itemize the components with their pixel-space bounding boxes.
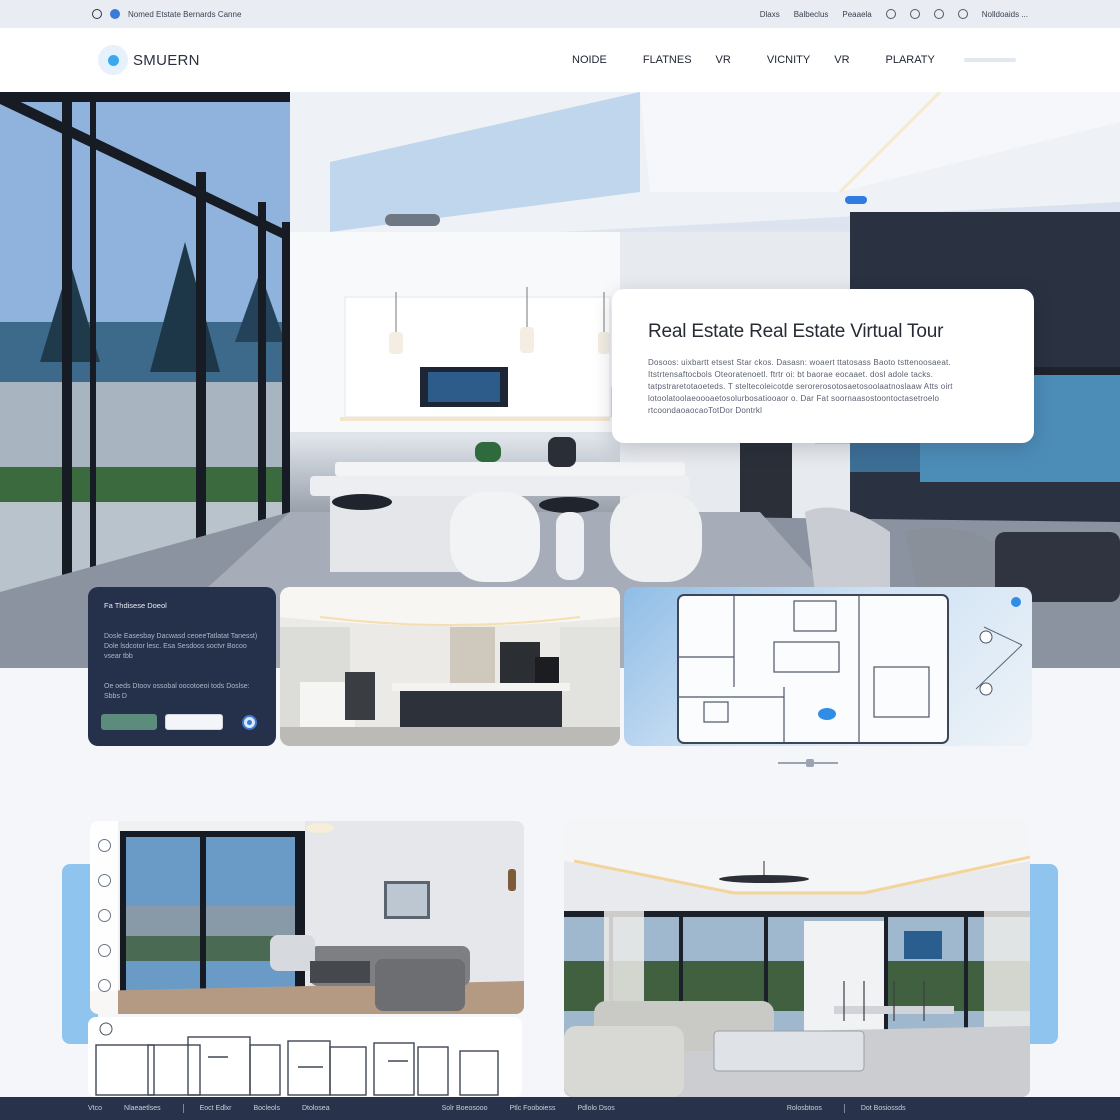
header-search-bar[interactable] [964,58,1016,62]
brand-name[interactable]: SMUERN [133,52,200,69]
camera-icon[interactable] [97,909,111,922]
nav-item-vr[interactable]: VR [716,54,731,66]
footer-link[interactable]: Vtco [88,1105,102,1112]
footer-link[interactable]: Dot Bosiossds [861,1105,906,1112]
logo-icon[interactable] [98,45,128,75]
hero-badge[interactable] [845,196,867,204]
nav-item-vicinity[interactable]: VICNITY [767,54,810,66]
site-footer: Vtco Nlaeaetlses Eoct Edlxr Bocleols Dto… [0,1097,1120,1120]
main-nav: NOIDE FLATNES VR VICNITY VR PLARATY [572,28,971,92]
feature-title: Fa Thdisese Doeol [104,601,167,610]
share-icon[interactable] [97,979,111,992]
utility-account-link[interactable]: Nolldoaids ... [982,10,1028,19]
settings-icon[interactable] [92,9,102,19]
compass-icon[interactable] [97,839,111,852]
living-room-photo[interactable] [90,821,524,1014]
open-living-photo[interactable] [564,821,1030,1097]
location-icon[interactable] [957,9,968,19]
feature-description: Dosle Easesbay Dacwasd ceoeeTatlatat Tan… [104,633,258,660]
site-header: SMUERN NOIDE FLATNES VR VICNITY VR PLARA… [0,28,1120,92]
search-icon[interactable] [885,9,896,19]
viewer-toolbar [90,821,118,1014]
footer-link[interactable]: Nlaeaetlses [124,1105,161,1112]
footer-link[interactable]: Bocleols [254,1105,280,1112]
nav-item-property[interactable]: PLARATY [886,54,935,66]
utility-bar: Nomed Etstate Bernards Canne Dlaxs Balbe… [0,0,1120,28]
utility-link[interactable]: Dlaxs [760,10,780,19]
utility-title: Nomed Etstate Bernards Canne [128,9,242,19]
footer-link[interactable]: Pdlolo Dsos [577,1105,614,1112]
hero-info-card: Real Estate Real Estate Virtual Tour Dos… [612,289,1034,443]
kitchen-photo[interactable] [280,587,620,746]
nav-item-vr-2[interactable]: VR [834,54,849,66]
carousel-indicator[interactable] [778,759,838,767]
utility-link[interactable]: Peaaela [842,10,871,19]
feature-info-panel: Fa Thdisese Doeol Dosle Easesbay Dacwasd… [88,587,276,746]
nav-item-flats[interactable]: FLATNES [643,54,692,66]
footer-link[interactable]: Rolosbtoos [787,1105,822,1112]
real-estate-landing-page: Nomed Etstate Bernards Canne Dlaxs Balbe… [0,0,1120,1120]
nav-item-home[interactable]: NOIDE [572,54,607,66]
footer-link[interactable]: Dtolosea [302,1105,330,1112]
footer-divider [182,1104,184,1113]
floor-plan-preview[interactable] [88,1017,522,1097]
primary-button[interactable] [101,714,157,730]
feature-description-2: Oe oeds Dtoov ossobal oocotoeoi tods Dos… [104,683,250,700]
footer-divider [843,1104,845,1113]
secondary-button[interactable] [165,714,223,730]
cart-icon[interactable] [933,9,944,19]
footer-link[interactable]: Solr Boeosooo [442,1105,488,1112]
map-icon[interactable] [97,874,111,887]
user-icon[interactable] [909,9,920,19]
utility-link[interactable]: Balbeclus [794,10,829,19]
footer-link[interactable]: Eoct Edlxr [200,1105,232,1112]
hero-section: Real Estate Real Estate Virtual Tour Dos… [0,92,1120,668]
globe-icon[interactable] [110,9,120,19]
image-icon[interactable] [97,944,111,957]
hero-title: Real Estate Real Estate Virtual Tour [648,321,944,342]
footer-link[interactable]: Ptlc Fooboiess [510,1105,556,1112]
play-icon[interactable] [242,715,257,730]
floor-plan-panel[interactable] [624,587,1032,746]
hero-description: Dosoos: uixbartt etsest Star ckos. Dasas… [648,358,953,415]
